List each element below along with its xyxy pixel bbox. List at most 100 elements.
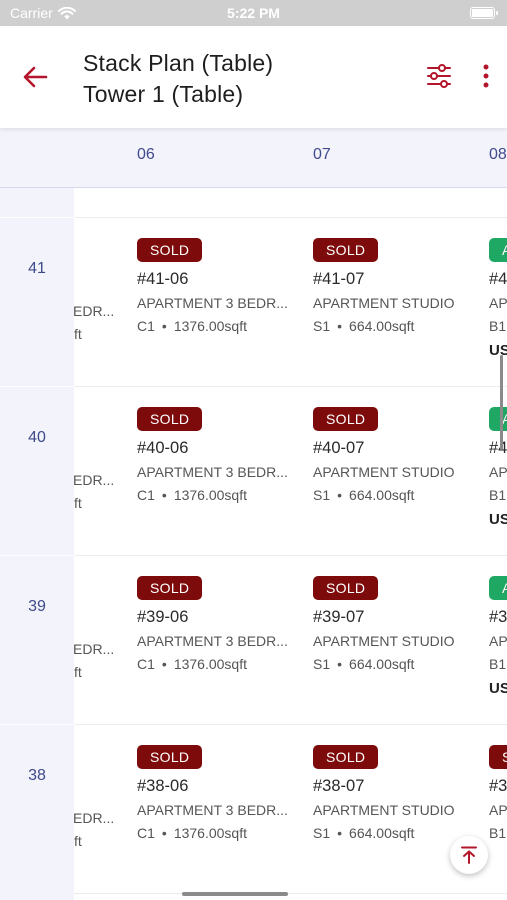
meta-separator: • (337, 318, 343, 334)
unit-type: APARTMENT STUDIO (313, 633, 455, 649)
row-divider (0, 724, 74, 725)
unit-number: #39-06 (137, 608, 189, 626)
unit-type: AP (489, 802, 507, 818)
unit-meta: B1 (489, 318, 507, 334)
floor-label: 40 (28, 429, 46, 446)
unit-number: #38-07 (313, 777, 365, 795)
unit-area: 1376.00sqft (173, 318, 247, 334)
unit-cell-clipped[interactable]: EDR... ft (74, 218, 114, 387)
sliders-icon[interactable] (425, 62, 453, 90)
unit-cell[interactable]: SOLD #41-07 APARTMENT STUDIO S1 • 664.00sqft (313, 218, 483, 387)
unit-type: APARTMENT 3 BEDR... (137, 633, 288, 649)
unit-cell[interactable]: S #3 AP B1 (489, 725, 507, 894)
unit-type: AP (489, 633, 507, 649)
battery-icon (470, 7, 498, 19)
unit-meta: B1 (489, 825, 507, 841)
stack-grid[interactable]: EDR... ft SOLD #41-06 APARTMENT 3 BEDR... C1 •… (0, 188, 507, 900)
unit-type: APARTMENT 3 BEDR... (137, 802, 288, 818)
unit-cell[interactable]: SOLD #39-06 APARTMENT 3 BEDR... C1 • 1376.00s… (137, 556, 307, 725)
unit-type: APARTMENT STUDIO (313, 295, 455, 311)
unit-code: C1 (137, 318, 155, 334)
status-badge: SOLD (137, 238, 203, 262)
row-divider (0, 386, 74, 387)
unit-price: US (489, 680, 507, 697)
status-badge: A (489, 407, 507, 431)
unit-type: APARTMENT STUDIO (313, 802, 455, 818)
unit-cell[interactable]: SOLD #38-06 APARTMENT 3 BEDR... C1 • 1376.00s… (137, 725, 307, 894)
unit-cell[interactable]: SOLD #39-07 APARTMENT STUDIO S1 • 664.00sqft (313, 556, 483, 725)
unit-code: C1 (137, 656, 155, 672)
more-vertical-icon[interactable] (476, 62, 496, 90)
unit-meta: ft (74, 326, 82, 342)
unit-type: APARTMENT 3 BEDR... (137, 295, 288, 311)
unit-code: C1 (137, 825, 155, 841)
status-badge: SOLD (313, 407, 379, 431)
unit-number: #3 (489, 777, 507, 795)
unit-number: #40-06 (137, 439, 189, 457)
table-row: EDR... ft SOLD #41-06 APARTMENT 3 BEDR... C1 •… (0, 218, 507, 387)
status-badge: A (489, 576, 507, 600)
unit-meta: ft (74, 833, 82, 849)
unit-area: 1376.00sqft (173, 487, 247, 503)
column-label: 06 (137, 146, 155, 163)
unit-meta: S1 • 664.00sqft (313, 318, 483, 334)
unit-type: EDR... (74, 303, 114, 319)
unit-meta: ft (74, 495, 82, 511)
unit-cell-clipped[interactable]: EDR... ft (74, 725, 114, 894)
unit-number: #38-06 (137, 777, 189, 795)
unit-type: EDR... (74, 472, 114, 488)
page-title-line-1: Stack Plan (Table) (83, 50, 274, 76)
meta-separator: • (337, 656, 343, 672)
unit-meta: C1 • 1376.00sqft (137, 656, 307, 672)
page-title: Stack Plan (Table) Tower 1 (Table) (83, 48, 273, 110)
unit-cell[interactable]: SOLD #40-06 APARTMENT 3 BEDR... C1 • 1376.00s… (137, 387, 307, 556)
unit-code: B1 (489, 656, 507, 672)
unit-cell-clipped[interactable]: EDR... ft (74, 556, 114, 725)
unit-price: US (489, 511, 507, 528)
unit-price: US (489, 342, 507, 359)
unit-type: AP (489, 295, 507, 311)
status-badge: SOLD (137, 576, 203, 600)
unit-number: #4 (489, 439, 507, 457)
unit-meta: C1 • 1376.00sqft (137, 318, 307, 334)
status-badge: SOLD (137, 407, 203, 431)
unit-code: B1 (489, 318, 507, 334)
floor-label: 39 (28, 598, 46, 615)
unit-cell[interactable]: A #4 AP B1 US (489, 218, 507, 387)
meta-separator: • (337, 825, 343, 841)
unit-number: #4 (489, 270, 507, 288)
status-badge: SOLD (137, 745, 203, 769)
unit-meta: S1 • 664.00sqft (313, 656, 483, 672)
vertical-scrollbar[interactable] (500, 355, 503, 450)
unit-type: EDR... (74, 810, 114, 826)
floor-label: 38 (28, 767, 46, 784)
unit-code: S1 (313, 487, 331, 503)
unit-cell[interactable]: A #3 AP B1 US (489, 556, 507, 725)
scroll-to-top-button[interactable] (450, 836, 488, 874)
app-bar: Stack Plan (Table) Tower 1 (Table) (0, 26, 507, 128)
unit-cell[interactable]: A #4 AP B1 US (489, 387, 507, 556)
unit-cell-clipped[interactable]: EDR... ft (74, 387, 114, 556)
column-label: 07 (313, 146, 331, 163)
page-title-line-2: Tower 1 (Table) (83, 81, 244, 107)
unit-meta: C1 • 1376.00sqft (137, 487, 307, 503)
unit-number: #40-07 (313, 439, 365, 457)
unit-code: S1 (313, 318, 331, 334)
unit-cell[interactable]: SOLD #40-07 APARTMENT STUDIO S1 • 664.00sqft (313, 387, 483, 556)
unit-number: #41-07 (313, 270, 365, 288)
unit-number: #41-06 (137, 270, 189, 288)
table-row: EDR... ft SOLD #38-06 APARTMENT 3 BEDR... C1 •… (0, 725, 507, 894)
unit-cell[interactable]: SOLD #41-06 APARTMENT 3 BEDR... C1 • 1376.00s… (137, 218, 307, 387)
meta-separator: • (337, 487, 343, 503)
horizontal-scrollbar[interactable] (182, 892, 288, 896)
column-label: 08 (489, 146, 507, 163)
meta-separator: • (161, 487, 167, 503)
grid-spacer (74, 188, 507, 218)
unit-type: APARTMENT 3 BEDR... (137, 464, 288, 480)
meta-separator: • (161, 318, 167, 334)
unit-code: S1 (313, 656, 331, 672)
arrow-left-icon[interactable] (20, 62, 50, 92)
row-headers: 41 40 39 38 (0, 188, 74, 900)
status-badge: A (489, 238, 507, 262)
unit-meta: S1 • 664.00sqft (313, 487, 483, 503)
